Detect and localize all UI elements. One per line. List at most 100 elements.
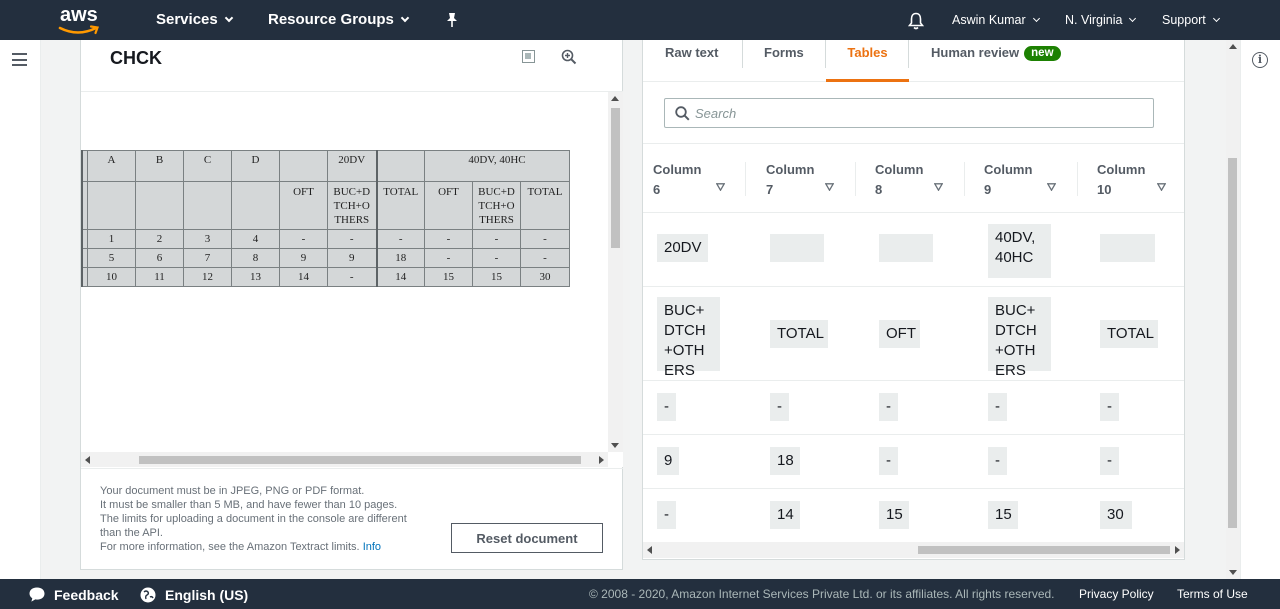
table-row: BUC+DTCH+OTHERS TOTAL OFT BUC+DTCH+OTHER… (643, 287, 1184, 381)
feedback-label: Feedback (54, 586, 119, 603)
left-navigation-rail (0, 40, 41, 579)
zoom-in-icon[interactable] (561, 49, 577, 65)
document-vertical-scrollbar[interactable] (608, 92, 623, 452)
tab-human-review[interactable]: Human review new (931, 40, 1061, 82)
info-link[interactable]: Info (363, 541, 381, 553)
column-header[interactable]: Column 8 (875, 160, 947, 200)
scan-cell: - (327, 229, 377, 249)
chevron-down-icon (224, 13, 233, 22)
copyright-text: © 2008 - 2020, Amazon Internet Services … (589, 587, 1055, 601)
sort-icon[interactable] (716, 183, 725, 191)
scrollbar-thumb[interactable] (139, 456, 581, 464)
scan-cell: A (87, 150, 136, 182)
aws-smile-icon (58, 25, 99, 35)
column-header[interactable]: Column 7 (766, 160, 838, 200)
language-selector[interactable]: English (US) (139, 586, 248, 604)
scrollbar-thumb[interactable] (918, 546, 1170, 554)
scan-cell: - (279, 229, 328, 249)
table-cell: 20DV (657, 234, 708, 262)
aws-logo[interactable]: aws (58, 4, 104, 35)
scroll-right-icon[interactable] (599, 456, 604, 464)
document-canvas[interactable]: A B C D 20DV 40DV, 40HC OFT BUC+D TCH+O … (81, 91, 623, 467)
sort-icon[interactable] (825, 183, 834, 191)
tab-tables[interactable]: Tables (826, 40, 909, 82)
scan-cell (87, 181, 136, 230)
privacy-policy-link[interactable]: Privacy Policy (1079, 587, 1154, 601)
table-cell: TOTAL (1100, 320, 1158, 348)
hamburger-menu-icon[interactable] (12, 53, 27, 66)
sort-icon[interactable] (934, 183, 943, 191)
column-label: Column 6 (653, 162, 702, 197)
table-cell: - (657, 393, 676, 421)
scan-cell: - (424, 248, 473, 268)
scroll-down-icon[interactable] (1229, 570, 1237, 575)
table-cell: 30 (1100, 501, 1132, 529)
support-menu[interactable]: Support (1162, 13, 1220, 27)
sort-icon[interactable] (1047, 183, 1056, 191)
region-menu[interactable]: N. Virginia (1065, 13, 1137, 27)
scroll-right-icon[interactable] (1175, 546, 1180, 554)
scroll-left-icon[interactable] (647, 546, 652, 554)
scan-cell: 14 (279, 267, 328, 287)
services-menu[interactable]: Services (156, 11, 233, 28)
bell-icon[interactable] (907, 11, 925, 30)
column-label: Column 7 (766, 162, 815, 197)
top-navigation-bar: aws Services Resource Groups Aswin Kumar… (0, 0, 1280, 40)
results-panel: Raw text Forms Tables Human review new Co… (642, 40, 1185, 560)
column-header[interactable]: Column 6 (653, 160, 737, 200)
column-header[interactable]: Column 9 (984, 160, 1068, 200)
column-header[interactable]: Column 10 (1097, 160, 1177, 200)
scan-cell (375, 150, 425, 182)
scan-cell: TOTAL (520, 181, 570, 230)
tab-raw-text[interactable]: Raw text (665, 40, 718, 82)
pin-icon[interactable] (444, 11, 460, 29)
document-title: CHCK (110, 48, 162, 68)
scan-cell: D (231, 150, 280, 182)
table-cell: 15 (988, 501, 1018, 529)
note-line: It must be smaller than 5 MB, and have f… (100, 499, 398, 511)
search-icon (675, 106, 690, 121)
chevron-down-icon (400, 13, 410, 22)
table-cell: - (770, 393, 789, 421)
scroll-down-icon[interactable] (611, 443, 619, 448)
note-line: Your document must be in JPEG, PNG or PD… (100, 485, 365, 497)
column-divider (964, 162, 965, 196)
resource-groups-menu[interactable]: Resource Groups (268, 11, 410, 28)
table-cell: 18 (770, 447, 800, 475)
scan-cell: BUC+D TCH+O THERS (327, 181, 377, 230)
scroll-left-icon[interactable] (85, 456, 90, 464)
scan-cell (231, 181, 280, 230)
scan-cell: 3 (183, 229, 232, 249)
scan-cell: - (375, 229, 425, 249)
scrollbar-thumb[interactable] (1228, 158, 1237, 528)
table-cell: BUC+DTCH+OTHERS (657, 297, 720, 379)
table-cell: TOTAL (770, 320, 828, 348)
chevron-down-icon (1032, 14, 1040, 22)
scan-cell: 7 (183, 248, 232, 268)
reset-document-button[interactable]: Reset document (451, 523, 603, 553)
search-input[interactable] (695, 103, 1135, 123)
note-line: The limits for uploading a document in t… (100, 513, 407, 539)
column-label: Column 9 (984, 162, 1033, 197)
fit-to-page-icon[interactable] (522, 50, 535, 63)
column-divider (855, 162, 856, 196)
user-menu[interactable]: Aswin Kumar (952, 13, 1040, 27)
scanned-table-image: A B C D 20DV 40DV, 40HC OFT BUC+D TCH+O … (81, 150, 570, 287)
scan-cell (183, 181, 232, 230)
terms-of-use-link[interactable]: Terms of Use (1177, 587, 1248, 601)
feedback-button[interactable]: Feedback (28, 586, 119, 603)
new-badge: new (1024, 46, 1061, 61)
results-horizontal-scrollbar[interactable] (643, 542, 1184, 558)
table-cell: - (657, 501, 676, 529)
info-icon[interactable]: i (1252, 52, 1268, 68)
scan-cell: 6 (135, 248, 184, 268)
document-horizontal-scrollbar[interactable] (81, 452, 608, 467)
scrollbar-thumb[interactable] (611, 108, 620, 248)
scroll-up-icon[interactable] (1229, 44, 1237, 49)
feedback-icon (29, 587, 45, 602)
scan-cell: 1 (87, 229, 136, 249)
sort-icon[interactable] (1157, 183, 1166, 191)
page-vertical-scrollbar[interactable] (1226, 40, 1240, 579)
scroll-up-icon[interactable] (611, 96, 619, 101)
tab-forms[interactable]: Forms (764, 40, 804, 82)
